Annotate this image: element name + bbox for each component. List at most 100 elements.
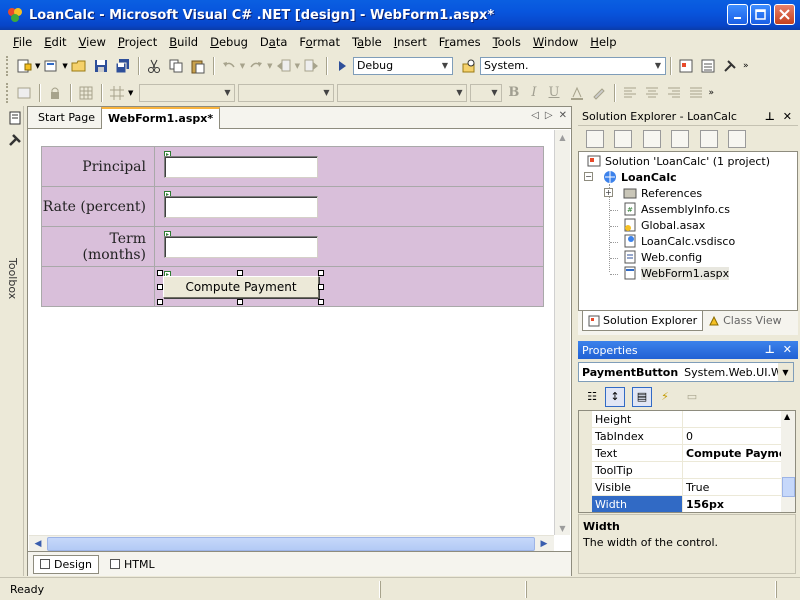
dropdown-arrow-icon[interactable]: ▼	[128, 89, 133, 97]
show-all-files-icon[interactable]	[700, 130, 718, 148]
pin-icon[interactable]: ⊥	[765, 110, 775, 123]
justify-icon[interactable]	[688, 85, 704, 101]
solution-config-combo[interactable]: Debug ▼	[352, 56, 453, 75]
close-button[interactable]	[774, 4, 795, 25]
design-vertical-scrollbar[interactable]: ▲ ▼	[555, 130, 570, 535]
close-document-icon[interactable]: ✕	[559, 110, 567, 121]
navigate-forward-icon[interactable]	[303, 58, 319, 74]
resize-handle[interactable]	[318, 284, 324, 290]
dropdown-arrow-icon[interactable]: ▼	[35, 62, 40, 70]
solution-explorer-icon[interactable]	[678, 58, 694, 74]
menu-insert[interactable]: Insert	[388, 35, 433, 49]
menu-help[interactable]: Help	[584, 35, 622, 49]
menu-window[interactable]: Window	[527, 35, 584, 49]
resize-handle[interactable]	[157, 284, 163, 290]
compute-payment-button[interactable]: Compute Payment	[163, 276, 319, 298]
property-row[interactable]: Visible True	[592, 479, 781, 496]
menu-file[interactable]: File	[7, 35, 38, 49]
undo-icon[interactable]	[221, 58, 237, 74]
open-folder-icon[interactable]	[71, 58, 87, 74]
view-designer-icon[interactable]	[614, 130, 632, 148]
tab-webform1[interactable]: WebForm1.aspx*	[101, 107, 221, 129]
italic-button[interactable]: I	[531, 85, 536, 100]
close-panel-icon[interactable]: ✕	[783, 343, 792, 356]
toolbox-tab-label[interactable]: Toolbox	[6, 258, 19, 299]
font-size-combo[interactable]: ▼	[337, 83, 468, 102]
navigate-back-icon[interactable]	[276, 58, 292, 74]
pin-icon[interactable]: ⊥	[765, 343, 775, 356]
tab-html[interactable]: HTML	[104, 556, 161, 573]
term-textbox[interactable]	[164, 236, 318, 258]
start-debug-icon[interactable]	[334, 58, 350, 74]
property-row-selected[interactable]: Width 156px	[592, 496, 781, 512]
tab-scroll-left-icon[interactable]: ◁	[531, 110, 539, 121]
align-center-icon[interactable]	[644, 85, 660, 101]
snap-to-grid-icon[interactable]	[109, 85, 125, 101]
object-selector[interactable]: PaymentButton System.Web.UI.WebControls.…	[578, 362, 794, 382]
toolbox-icon[interactable]	[7, 132, 23, 148]
tab-class-view[interactable]: Class View	[703, 311, 787, 330]
resize-handle[interactable]	[237, 270, 243, 276]
tree-node-web-config[interactable]: Web.config	[623, 250, 702, 264]
menu-edit[interactable]: Edit	[38, 35, 72, 49]
menu-debug[interactable]: Debug	[204, 35, 254, 49]
tab-scroll-right-icon[interactable]: ▷	[545, 110, 553, 121]
find-combo[interactable]: System. ▼	[479, 56, 666, 75]
design-surface[interactable]: Principal ▸ Rate (percent) ▸ Term (month…	[29, 130, 570, 535]
tree-node-vsdisco[interactable]: LoanCalc.vsdisco	[623, 234, 735, 248]
properties-icon[interactable]	[700, 58, 716, 74]
collapse-icon[interactable]: −	[584, 172, 593, 181]
show-grid-icon[interactable]	[78, 85, 94, 101]
menu-tools[interactable]: Tools	[487, 35, 527, 49]
design-horizontal-scrollbar[interactable]: ◀ ▶	[29, 535, 554, 551]
expand-icon[interactable]: +	[604, 188, 613, 197]
resize-handle[interactable]	[237, 299, 243, 305]
scroll-up-icon[interactable]: ▲	[556, 130, 569, 144]
property-row[interactable]: ToolTip	[592, 462, 781, 479]
menu-format[interactable]: Format	[293, 35, 346, 49]
tree-node-global-asax[interactable]: Global.asax	[623, 218, 705, 232]
align-to-grid-icon[interactable]	[16, 85, 32, 101]
maximize-button[interactable]	[750, 4, 771, 25]
highlight-icon[interactable]	[591, 85, 607, 101]
property-pages-icon[interactable]: ▭	[682, 387, 702, 407]
menu-frames[interactable]: Frames	[433, 35, 487, 49]
scroll-thumb[interactable]	[782, 477, 795, 497]
menu-table[interactable]: Table	[346, 35, 388, 49]
resize-handle[interactable]	[318, 270, 324, 276]
dropdown-arrow-icon[interactable]: ▼	[295, 62, 300, 70]
save-all-icon[interactable]	[115, 58, 131, 74]
server-explorer-icon[interactable]	[7, 110, 23, 126]
add-item-icon[interactable]	[43, 58, 59, 74]
resize-handle[interactable]	[318, 299, 324, 305]
tab-design[interactable]: Design	[33, 554, 99, 574]
block-format-combo[interactable]: ▼	[139, 83, 236, 102]
tree-node-solution[interactable]: Solution 'LoanCalc' (1 project)	[587, 154, 770, 168]
menu-project[interactable]: Project	[112, 35, 163, 49]
scroll-down-icon[interactable]: ▼	[556, 521, 569, 535]
events-icon[interactable]: ⚡	[655, 387, 675, 407]
menu-view[interactable]: View	[73, 35, 112, 49]
menu-data[interactable]: Data	[254, 35, 293, 49]
menu-build[interactable]: Build	[163, 35, 204, 49]
property-grid-scrollbar[interactable]: ▲	[781, 411, 795, 512]
align-left-icon[interactable]	[622, 85, 638, 101]
scroll-up-icon[interactable]: ▲	[784, 412, 790, 421]
dropdown-arrow-icon[interactable]: ▼	[62, 62, 67, 70]
find-in-files-icon[interactable]	[461, 58, 477, 74]
tree-node-webform1[interactable]: WebForm1.aspx	[623, 266, 730, 280]
dropdown-arrow-icon[interactable]: ▼	[240, 62, 245, 70]
properties-view-icon[interactable]: ▤	[632, 386, 652, 407]
refresh-icon[interactable]	[643, 130, 661, 148]
properties-icon[interactable]	[728, 130, 746, 148]
tree-node-references[interactable]: References	[623, 186, 702, 200]
toolbar-grip[interactable]	[6, 55, 9, 76]
copy-icon[interactable]	[168, 58, 184, 74]
font-color-icon[interactable]	[569, 85, 585, 101]
resize-handle[interactable]	[157, 270, 163, 276]
lock-element-icon[interactable]	[47, 85, 63, 101]
dropdown-arrow-icon[interactable]: ▼	[267, 62, 272, 70]
minimize-button[interactable]	[727, 4, 748, 25]
rate-textbox[interactable]	[164, 196, 318, 218]
close-panel-icon[interactable]: ✕	[783, 110, 792, 123]
